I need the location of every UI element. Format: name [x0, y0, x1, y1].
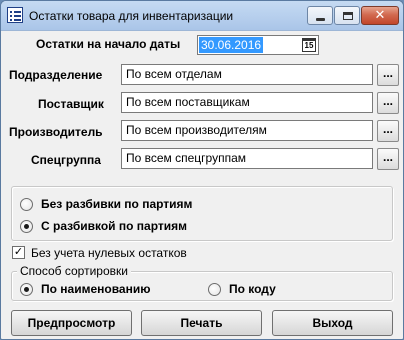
zero-stock-checkbox[interactable]: ✓ — [12, 246, 25, 259]
radio-label-sort-by-name[interactable]: По наименованию — [41, 282, 150, 296]
department-field[interactable]: По всем отделам — [121, 64, 373, 85]
close-button[interactable]: ✕ — [361, 6, 399, 25]
radio-with-batches[interactable] — [20, 220, 33, 233]
manufacturer-field[interactable]: По всем производителям — [121, 120, 373, 141]
dialog-window: Остатки товара для инвентаризации ✕ Оста… — [0, 0, 404, 340]
filter-label-specgroup: Спецгруппа — [31, 153, 101, 167]
zero-stock-label[interactable]: Без учета нулевых остатков — [31, 246, 187, 260]
radio-label-with-batches[interactable]: С разбивкой по партиям — [41, 219, 187, 233]
filter-label-department: Подразделение — [9, 68, 103, 82]
print-button[interactable]: Печать — [141, 310, 262, 336]
app-list-icon — [7, 7, 23, 23]
window-title: Остатки товара для инвентаризации — [29, 9, 234, 23]
minimize-button[interactable] — [307, 6, 333, 25]
title-bar[interactable]: Остатки товара для инвентаризации ✕ — [1, 1, 403, 31]
sorting-group-title: Способ сортировки — [17, 264, 131, 278]
date-value[interactable]: 30.06.2016 — [199, 37, 264, 53]
radio-sort-by-code[interactable] — [208, 283, 221, 296]
filter-label-manufacturer: Производитель — [9, 125, 103, 139]
specgroup-browse-button[interactable]: ... — [377, 148, 399, 170]
maximize-icon — [343, 12, 353, 20]
date-picker[interactable]: 30.06.2016 15 — [197, 35, 319, 55]
exit-button[interactable]: Выход — [272, 310, 393, 336]
date-label: Остатки на начало даты — [36, 37, 181, 51]
filter-label-supplier: Поставщик — [38, 97, 104, 111]
minimize-icon — [316, 18, 325, 21]
maximize-button[interactable] — [334, 6, 360, 25]
supplier-field[interactable]: По всем поставщикам — [121, 92, 373, 113]
radio-without-batches[interactable] — [20, 198, 33, 211]
calendar-icon[interactable]: 15 — [302, 38, 316, 52]
radio-label-sort-by-code[interactable]: По коду — [229, 282, 276, 296]
radio-label-without-batches[interactable]: Без разбивки по партиям — [41, 197, 192, 211]
manufacturer-browse-button[interactable]: ... — [377, 120, 399, 142]
supplier-browse-button[interactable]: ... — [377, 92, 399, 114]
close-icon: ✕ — [374, 8, 386, 23]
department-browse-button[interactable]: ... — [377, 64, 399, 86]
specgroup-field[interactable]: По всем спецгруппам — [121, 148, 373, 169]
preview-button[interactable]: Предпросмотр — [11, 310, 132, 336]
radio-sort-by-name[interactable] — [20, 283, 33, 296]
